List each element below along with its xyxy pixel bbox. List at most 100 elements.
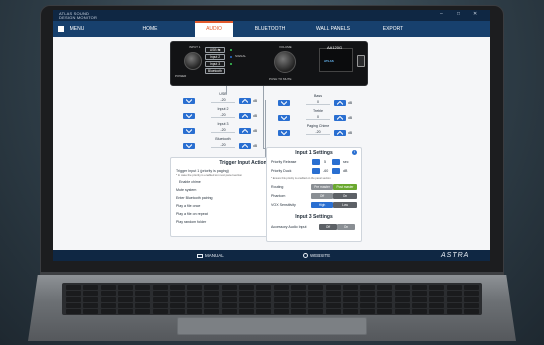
keyboard-key	[117, 303, 133, 308]
menu-grid-icon[interactable]	[58, 26, 64, 32]
priority-duck-unit: dB	[343, 169, 348, 173]
keyboard-key	[394, 291, 410, 296]
keyboard-key	[446, 285, 462, 290]
priority-release-up[interactable]	[332, 159, 340, 165]
input-label: Bluetooth	[215, 137, 231, 141]
source-input3[interactable]: Input 3	[205, 61, 225, 67]
keyboard-key	[412, 285, 427, 290]
keyboard-key	[463, 285, 479, 290]
tab-home[interactable]: HOME	[133, 21, 167, 37]
source-bluetooth[interactable]: Bluetooth	[205, 68, 225, 74]
tab-export[interactable]: EXPORT	[373, 21, 413, 37]
amplifier-faceplate: INPUT 1 POWER USB ⇆ Input 2 Input 3 Blue…	[170, 41, 368, 86]
app-window: ATLAS SOUND DESIGN MONITOR – □ ✕ MENU HO…	[53, 10, 490, 261]
keyboard-key	[204, 309, 220, 314]
keyboard-key	[135, 297, 151, 302]
keyboard-key	[325, 285, 341, 290]
tab-wall-panels[interactable]: WALL PANELS	[308, 21, 358, 37]
priority-release-value: 5	[324, 160, 326, 164]
tone-increase-button[interactable]	[334, 130, 346, 136]
vox-low[interactable]: Low	[333, 202, 357, 208]
tab-audio[interactable]: AUDIO	[195, 21, 233, 37]
priority-release-down[interactable]	[312, 159, 320, 165]
input-decrease-button[interactable]	[183, 128, 195, 134]
accessory-on[interactable]: On	[337, 224, 355, 230]
routing-post-master[interactable]: Post master	[333, 184, 357, 190]
app-logo: ATLAS SOUND DESIGN MONITOR	[59, 12, 97, 19]
manual-icon	[197, 253, 203, 258]
priority-duck-down[interactable]	[312, 168, 320, 174]
input-increase-button[interactable]	[239, 98, 251, 104]
keyboard-key	[239, 285, 254, 290]
source-input2[interactable]: Input 2	[205, 54, 225, 60]
input-value: -20	[211, 113, 235, 118]
keyboard-key	[273, 297, 289, 302]
tab-bluetooth[interactable]: BLUETOOTH	[248, 21, 292, 37]
title-bar: ATLAS SOUND DESIGN MONITOR – □ ✕	[53, 10, 490, 21]
trigger-note: * In case the priority is enabled ion ne…	[176, 173, 243, 177]
keyboard-key	[66, 297, 81, 302]
close-button[interactable]: ✕	[473, 11, 477, 17]
minimize-button[interactable]: –	[440, 11, 443, 17]
manual-link[interactable]: MANUAL	[197, 250, 224, 261]
footer-bar: MANUAL WEBSITE ASTRA	[53, 250, 490, 261]
keyboard-key	[100, 303, 116, 308]
connector	[226, 86, 227, 94]
keyboard-key	[256, 297, 272, 302]
input-increase-button[interactable]	[239, 128, 251, 134]
keyboard-key	[412, 291, 427, 296]
tone-increase-button[interactable]	[334, 115, 346, 121]
tone-increase-button[interactable]	[334, 100, 346, 106]
tone-decrease-button[interactable]	[278, 100, 290, 106]
keyboard-key	[152, 303, 168, 308]
keyboard-key	[446, 291, 462, 296]
routing-pre-master[interactable]: Pre master	[311, 184, 333, 190]
keyboard-key	[342, 309, 358, 314]
accessory-label: Accessory Audio Input	[271, 225, 307, 229]
power-switch[interactable]	[357, 55, 365, 67]
input-increase-button[interactable]	[239, 143, 251, 149]
keyboard-key	[360, 291, 376, 296]
input3-title: Input 3 Settings	[295, 214, 333, 220]
keyboard-key	[325, 297, 341, 302]
keyboard-key	[187, 291, 203, 296]
keyboard-key	[221, 303, 237, 308]
accessory-off[interactable]: Off	[319, 224, 337, 230]
led	[230, 56, 232, 58]
input-decrease-button[interactable]	[183, 143, 195, 149]
source-usb[interactable]: USB ⇆	[205, 47, 225, 53]
website-link[interactable]: WEBSITE	[303, 250, 330, 261]
nav-bar: MENU HOME AUDIO BLUETOOTH WALL PANELS EX…	[53, 21, 490, 37]
keyboard-key	[325, 303, 341, 308]
keyboard-key	[290, 285, 306, 290]
vox-high[interactable]: High	[311, 202, 333, 208]
keyboard-key	[463, 303, 479, 308]
keyboard	[62, 283, 482, 315]
info-icon[interactable]: i	[352, 150, 357, 155]
phantom-off[interactable]: Off	[311, 193, 333, 199]
phantom-on[interactable]: On	[333, 193, 357, 199]
footer-brand: ASTRA	[441, 252, 470, 259]
priority-duck-up[interactable]	[332, 168, 340, 174]
keyboard-key	[152, 291, 168, 296]
tone-decrease-button[interactable]	[278, 130, 290, 136]
menu-button[interactable]: MENU	[67, 21, 87, 37]
keyboard-key	[429, 303, 445, 308]
input-decrease-button[interactable]	[183, 113, 195, 119]
keyboard-key	[117, 285, 133, 290]
keyboard-key	[377, 309, 393, 314]
input-decrease-button[interactable]	[183, 98, 195, 104]
keyboard-key	[290, 291, 306, 296]
keyboard-key	[169, 297, 185, 302]
maximize-button[interactable]: □	[457, 11, 460, 17]
keyboard-key	[290, 297, 306, 302]
keyboard-key	[394, 309, 410, 314]
input-increase-button[interactable]	[239, 113, 251, 119]
volume-knob[interactable]	[274, 51, 296, 73]
website-label: WEBSITE	[310, 253, 331, 258]
keyboard-key	[377, 291, 393, 296]
tone-decrease-button[interactable]	[278, 115, 290, 121]
tone-value: 0	[306, 100, 330, 105]
input-knob[interactable]	[184, 52, 202, 70]
priority-release-label: Priority Release	[271, 160, 297, 164]
